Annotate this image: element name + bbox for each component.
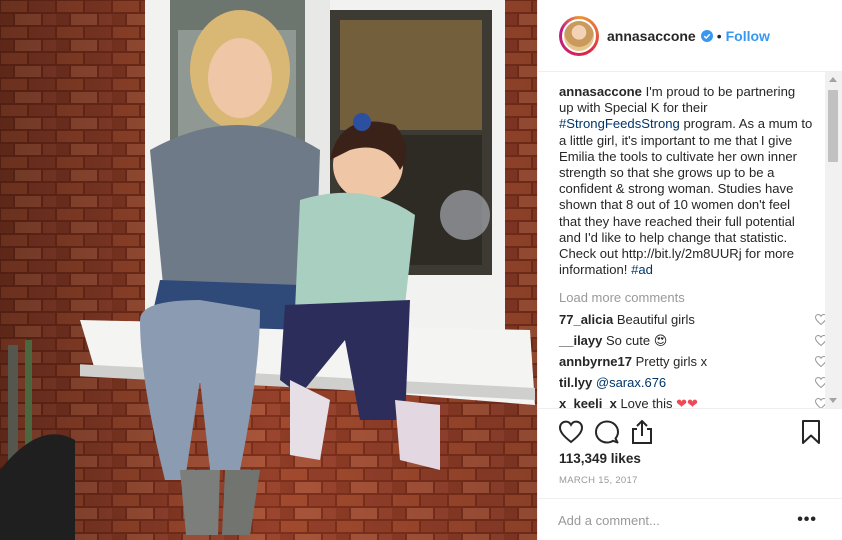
- action-icons: [558, 419, 828, 445]
- caption-hashtag-ad[interactable]: #ad: [631, 262, 653, 277]
- post-actions: 113,349 likes MARCH 15, 2017 •••: [538, 408, 842, 538]
- follow-button[interactable]: Follow: [726, 28, 770, 44]
- scrollbar-thumb[interactable]: [828, 90, 838, 162]
- comment-list: 77_alicia Beautiful girls __ilayy So cut…: [559, 309, 827, 408]
- caption-text-2: program. As a mum to a little girl, it's…: [559, 116, 813, 278]
- more-options-button[interactable]: •••: [797, 511, 817, 529]
- post-date[interactable]: MARCH 15, 2017: [559, 475, 638, 486]
- add-comment-bar: •••: [538, 498, 842, 540]
- comment-username[interactable]: annbyrne17: [559, 354, 632, 369]
- profile-avatar[interactable]: [559, 15, 599, 56]
- share-icon[interactable]: [629, 419, 655, 445]
- comment-row: 77_alicia Beautiful girls: [559, 309, 827, 330]
- scroll-down-arrow-icon[interactable]: [829, 398, 837, 403]
- post-header: annasaccone • Follow: [538, 0, 842, 72]
- scroll-up-arrow-icon[interactable]: [829, 77, 837, 82]
- comment-emoji: 😍: [653, 333, 668, 349]
- post-side-panel: annasaccone • Follow annasaccone I'm pro…: [537, 0, 842, 540]
- post-caption: annasaccone I'm proud to be partnering u…: [559, 84, 813, 278]
- comment-icon[interactable]: [594, 419, 620, 445]
- add-comment-input[interactable]: [558, 509, 778, 531]
- comment-username[interactable]: x_keeli_x: [559, 396, 617, 408]
- load-more-comments-button[interactable]: Load more comments: [559, 290, 813, 305]
- comment-text: Pretty girls x: [631, 354, 708, 370]
- comment-text: Beautiful girls: [613, 312, 695, 328]
- caption-username[interactable]: annasaccone: [559, 84, 642, 99]
- comments-scrollbar[interactable]: [825, 72, 842, 408]
- comment-text: So cute: [602, 333, 654, 349]
- comment-username[interactable]: til.lyy: [559, 375, 592, 390]
- likes-count[interactable]: 113,349 likes: [559, 451, 641, 466]
- instagram-post: annasaccone • Follow annasaccone I'm pro…: [0, 0, 842, 540]
- post-photo-image: [0, 0, 537, 540]
- comment-username[interactable]: __ilayy: [559, 333, 602, 348]
- avatar-image: [562, 18, 596, 53]
- comment-row: til.lyy @sarax.676: [559, 372, 827, 393]
- comments-section: annasaccone I'm proud to be partnering u…: [538, 72, 842, 408]
- header-username[interactable]: annasaccone: [607, 28, 696, 44]
- comment-row: annbyrne17 Pretty girls x: [559, 351, 827, 372]
- comment-text: Love this: [616, 396, 677, 408]
- header-separator: •: [716, 27, 722, 44]
- verified-icon: [700, 29, 713, 42]
- comment-mention[interactable]: @sarax.676: [596, 375, 666, 390]
- comment-username[interactable]: 77_alicia: [559, 312, 613, 327]
- like-heart-icon[interactable]: [558, 419, 584, 445]
- post-photo[interactable]: [0, 0, 537, 540]
- comment-emoji: ❤❤: [676, 396, 698, 408]
- caption-hashtag[interactable]: #StrongFeedsStrong: [559, 116, 680, 131]
- comment-row: x_keeli_x Love this ❤❤: [559, 393, 827, 408]
- comment-row: __ilayy So cute 😍: [559, 330, 827, 351]
- bookmark-icon[interactable]: [798, 419, 824, 445]
